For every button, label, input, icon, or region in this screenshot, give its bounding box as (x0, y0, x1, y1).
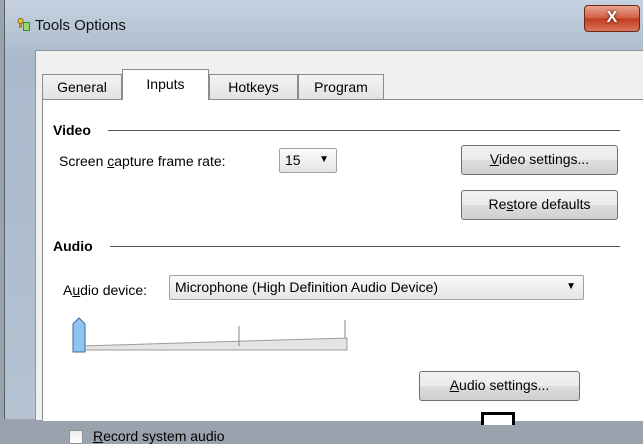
chevron-down-icon: ▼ (319, 154, 329, 165)
tab-label: Inputs (146, 76, 185, 92)
audio-device-select[interactable]: Microphone (High Definition Audio Device… (169, 275, 584, 300)
close-button[interactable]: X (584, 5, 640, 32)
record-system-audio-checkbox[interactable] (69, 430, 83, 444)
tab-general[interactable]: General (42, 74, 122, 99)
window-title: Tools Options (35, 17, 126, 34)
frame-rate-select[interactable]: 15 ▼ (279, 148, 337, 173)
audio-settings-button[interactable]: Audio settings... (419, 371, 580, 401)
tab-hotkeys[interactable]: Hotkeys (209, 74, 298, 99)
title-bar[interactable]: Tools Options X (5, 0, 643, 50)
chevron-down-icon: ▼ (566, 281, 576, 292)
pin-icon (17, 18, 30, 31)
tab-label: General (57, 79, 107, 95)
audio-section-header: Audio (53, 238, 93, 254)
tab-label: Program (314, 79, 368, 95)
close-icon: X (606, 9, 618, 26)
volume-track (80, 337, 348, 351)
frame-rate-label: Screen capture frame rate: (59, 153, 226, 169)
divider (110, 246, 620, 247)
dialog-window: Tools Options X General Inputs Hotkeys P… (4, 0, 643, 444)
divider (108, 130, 620, 131)
tab-label: Hotkeys (228, 79, 279, 95)
restore-defaults-button[interactable]: Restore defaults (461, 190, 618, 220)
video-settings-button[interactable]: Video settings... (461, 145, 618, 175)
audio-device-label: Audio device: (63, 282, 148, 298)
volume-slider[interactable] (69, 316, 359, 356)
dialog-client-area: General Inputs Hotkeys Program Video Scr… (35, 50, 643, 444)
tab-inputs[interactable]: Inputs (122, 69, 209, 100)
audio-device-value: Microphone (High Definition Audio Device… (175, 279, 439, 295)
inputs-panel: Video Screen capture frame rate: 15 ▼ Vi… (42, 99, 643, 444)
frame-rate-value: 15 (285, 152, 301, 168)
volume-thumb[interactable] (72, 317, 86, 353)
record-system-audio-label[interactable]: Record system audio (93, 428, 225, 444)
tab-program[interactable]: Program (298, 74, 384, 99)
video-section-header: Video (53, 122, 91, 138)
